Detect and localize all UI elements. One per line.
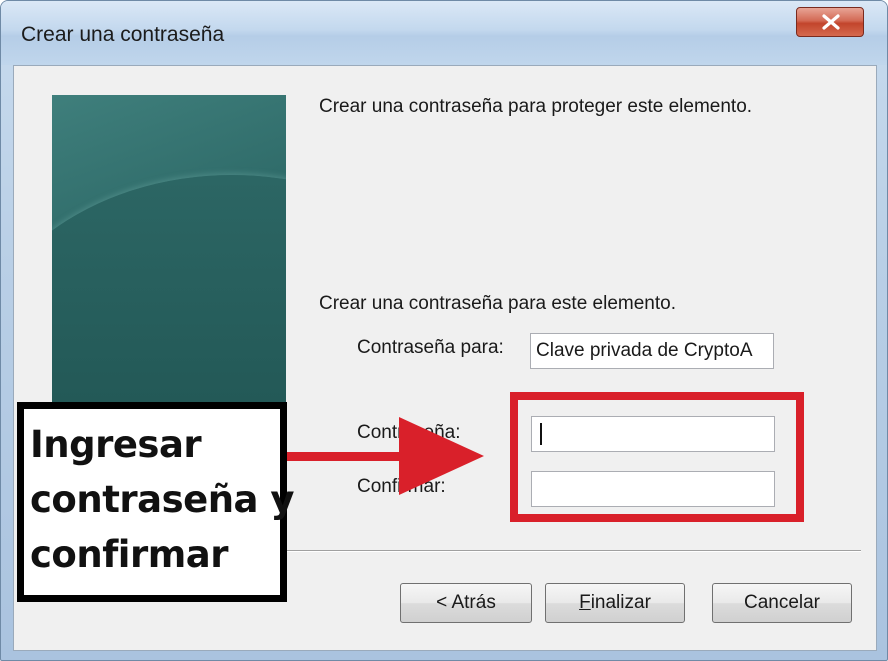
close-button[interactable] [796, 7, 864, 37]
annotation-line-3: confirmar [30, 533, 229, 576]
back-button[interactable]: < Atrás [400, 583, 532, 623]
cancel-button[interactable]: Cancelar [712, 583, 852, 623]
highlight-box [510, 392, 804, 522]
window-title: Crear una contraseña [21, 23, 225, 46]
annotation-line-1: Ingresar [30, 423, 202, 466]
close-icon [822, 14, 840, 30]
arrow-icon [284, 417, 484, 495]
title-bar: Crear una contraseña [1, 1, 887, 65]
annotation-line-2: contraseña y [30, 478, 295, 521]
password-for-field: Clave privada de CryptoA [530, 333, 774, 369]
finish-mnemonic: F [579, 592, 591, 613]
password-for-label: Contraseña para: [357, 337, 504, 358]
section-label: Crear una contraseña para este elemento. [319, 293, 676, 314]
finish-button[interactable]: Finalizar [545, 583, 685, 623]
intro-text: Crear una contraseña para proteger este … [319, 96, 753, 117]
wizard-image-arc [52, 175, 286, 415]
wizard-side-image [52, 95, 286, 415]
annotation-box: Ingresar contraseña y confirmar [17, 402, 295, 602]
finish-label: inalizar [590, 592, 651, 613]
annotation-text: Ingresar contraseña y confirmar [30, 417, 295, 582]
